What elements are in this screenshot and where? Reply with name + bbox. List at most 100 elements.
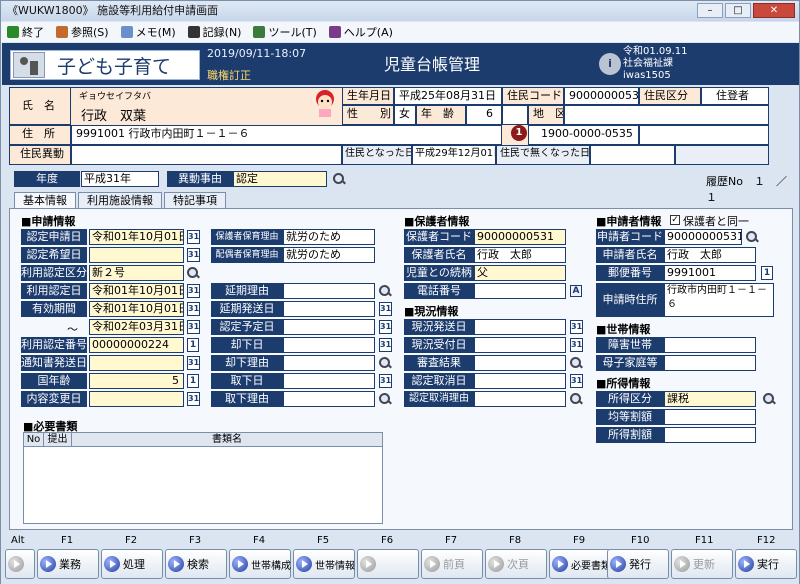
play-icon (168, 556, 184, 572)
apply-date-calendar-icon[interactable]: 31 (187, 230, 200, 244)
status-cancel-reason-search-icon[interactable] (570, 393, 582, 405)
num-field[interactable]: 00000000224 (89, 337, 184, 353)
status-recv-field[interactable] (474, 337, 566, 353)
reject-date-calendar-icon[interactable]: 31 (379, 338, 392, 352)
equal-tax-field[interactable] (664, 409, 756, 425)
f8-next-page-button[interactable]: 次頁 (485, 549, 547, 579)
withdraw-reason-field[interactable] (283, 391, 375, 407)
tab-special-notes[interactable]: 特記事項 (164, 192, 226, 208)
guardian-code-field[interactable]: 90000000531 (474, 229, 566, 245)
notice-field[interactable] (89, 355, 184, 371)
guardian-name-field[interactable]: 行政 太郎 (474, 247, 566, 263)
status-cancel-field[interactable] (474, 373, 566, 389)
ext-send-field[interactable] (283, 301, 375, 317)
income-tax-field[interactable] (664, 427, 756, 443)
num-info-icon[interactable]: 1 (187, 338, 199, 352)
change-date-calendar-icon[interactable]: 31 (187, 392, 200, 406)
status-cancel-calendar-icon[interactable]: 31 (570, 374, 583, 388)
ext-reason-field[interactable] (283, 283, 375, 299)
menu-help[interactable]: ヘルプ(A) (328, 24, 393, 40)
valid-from-field[interactable]: 令和01年10月01日 (89, 301, 184, 317)
menu-exit[interactable]: 終了 (7, 24, 44, 40)
menu-record[interactable]: 記録(N) (187, 24, 241, 40)
status-send-calendar-icon[interactable]: 31 (570, 320, 583, 334)
reject-reason-field[interactable] (283, 355, 375, 371)
f4-household-structure-button[interactable]: 世帯構成 (229, 549, 291, 579)
phone-icon[interactable]: 1 (511, 125, 527, 141)
applicant-addr-field[interactable]: 行政市内田町１－１－６ (664, 283, 774, 317)
reject-date-field[interactable] (283, 337, 375, 353)
plan-date-calendar-icon[interactable]: 31 (379, 320, 392, 334)
fkey-label-f2: F2 (125, 535, 138, 546)
guardian-reason-field[interactable]: 就労のため (283, 229, 375, 245)
f1-business-button[interactable]: 業務 (37, 549, 99, 579)
plan-date-label: 認定予定日 (211, 319, 283, 335)
ext-reason-search-icon[interactable] (379, 285, 391, 297)
apply-date-field[interactable]: 令和01年10月01日 (89, 229, 184, 245)
f7-prev-page-button[interactable]: 前頁 (421, 549, 483, 579)
income-class-search-icon[interactable] (763, 393, 775, 405)
zip-info-icon[interactable]: 1 (761, 266, 773, 280)
hope-date-calendar-icon[interactable]: 31 (187, 248, 200, 262)
single-parent-field[interactable] (664, 355, 756, 371)
status-recv-calendar-icon[interactable]: 31 (570, 338, 583, 352)
applicant-code-field[interactable]: 90000000531 (664, 229, 742, 245)
ext-send-calendar-icon[interactable]: 31 (379, 302, 392, 316)
tab-basic-info[interactable]: 基本情報 (14, 192, 76, 208)
notice-calendar-icon[interactable]: 31 (187, 356, 200, 370)
f9-required-docs-button[interactable]: 必要書類 (549, 549, 611, 579)
auth-date-field[interactable]: 令和01年10月01日 (89, 283, 184, 299)
hope-date-field[interactable] (89, 247, 184, 263)
class-search-icon[interactable] (187, 267, 199, 279)
valid-to-calendar-icon[interactable]: 31 (187, 320, 200, 334)
f5-household-info-button[interactable]: 世帯情報 (293, 549, 355, 579)
menu-tools[interactable]: ツール(T) (253, 24, 317, 40)
reject-reason-search-icon[interactable] (379, 357, 391, 369)
zip-field[interactable]: 9991001 (664, 265, 756, 281)
status-result-search-icon[interactable] (570, 357, 582, 369)
close-button[interactable]: ✕ (753, 3, 795, 18)
applicant-name-field[interactable]: 行政 太郎 (664, 247, 756, 263)
class-field[interactable]: 新２号 (89, 265, 184, 281)
status-cancel-reason-field[interactable] (474, 391, 566, 407)
f11-update-button[interactable]: 更新 (671, 549, 733, 579)
f3-search-button[interactable]: 検索 (165, 549, 227, 579)
withdraw-date-field[interactable] (283, 373, 375, 389)
info-icon[interactable]: i (599, 53, 621, 75)
valid-from-calendar-icon[interactable]: 31 (187, 302, 200, 316)
f2-process-button[interactable]: 処理 (101, 549, 163, 579)
age-field[interactable]: 5 (89, 373, 184, 389)
f6-empty-button[interactable] (357, 549, 419, 579)
tab-facility-info[interactable]: 利用施設情報 (78, 192, 162, 208)
menu-memo[interactable]: メモ(M) (120, 24, 176, 40)
menu-reference[interactable]: 参照(S) (56, 24, 109, 40)
withdraw-reason-search-icon[interactable] (379, 393, 391, 405)
income-class-field[interactable]: 課税 (664, 391, 756, 407)
docs-table[interactable]: No 提出 書類名 (23, 432, 383, 524)
status-send-field[interactable] (474, 319, 566, 335)
maximize-button[interactable]: □ (725, 3, 751, 18)
f12-execute-button[interactable]: 実行 (735, 549, 797, 579)
withdraw-date-calendar-icon[interactable]: 31 (379, 374, 392, 388)
status-result-field[interactable] (474, 355, 566, 371)
disabled-household-field[interactable] (664, 337, 756, 353)
applicant-search-icon[interactable] (746, 231, 758, 243)
guardian-rel-field[interactable]: 父 (474, 265, 566, 281)
valid-to-field[interactable]: 令和02年03月31日 (89, 319, 184, 335)
guardian-phone-field[interactable] (474, 283, 566, 299)
phone-a-button[interactable]: A (570, 285, 582, 297)
minimize-button[interactable]: – (697, 3, 723, 18)
reason-search-icon[interactable] (333, 173, 345, 185)
alt-key-button[interactable] (5, 549, 35, 579)
auth-date-calendar-icon[interactable]: 31 (187, 284, 200, 298)
spouse-reason-field[interactable]: 就労のため (283, 247, 375, 263)
age-info-icon[interactable]: 1 (187, 374, 199, 388)
became-label: 住民となった日 (342, 145, 412, 165)
reason-field[interactable]: 認定 (233, 171, 327, 187)
f10-issue-button[interactable]: 発行 (607, 549, 669, 579)
year-field[interactable]: 平成31年 (81, 171, 159, 187)
change-date-field[interactable] (89, 391, 184, 407)
plan-date-field[interactable] (283, 319, 375, 335)
same-as-guardian-checkbox[interactable]: ✓ (670, 215, 680, 225)
class-label: 利用認定区分 (21, 265, 87, 281)
